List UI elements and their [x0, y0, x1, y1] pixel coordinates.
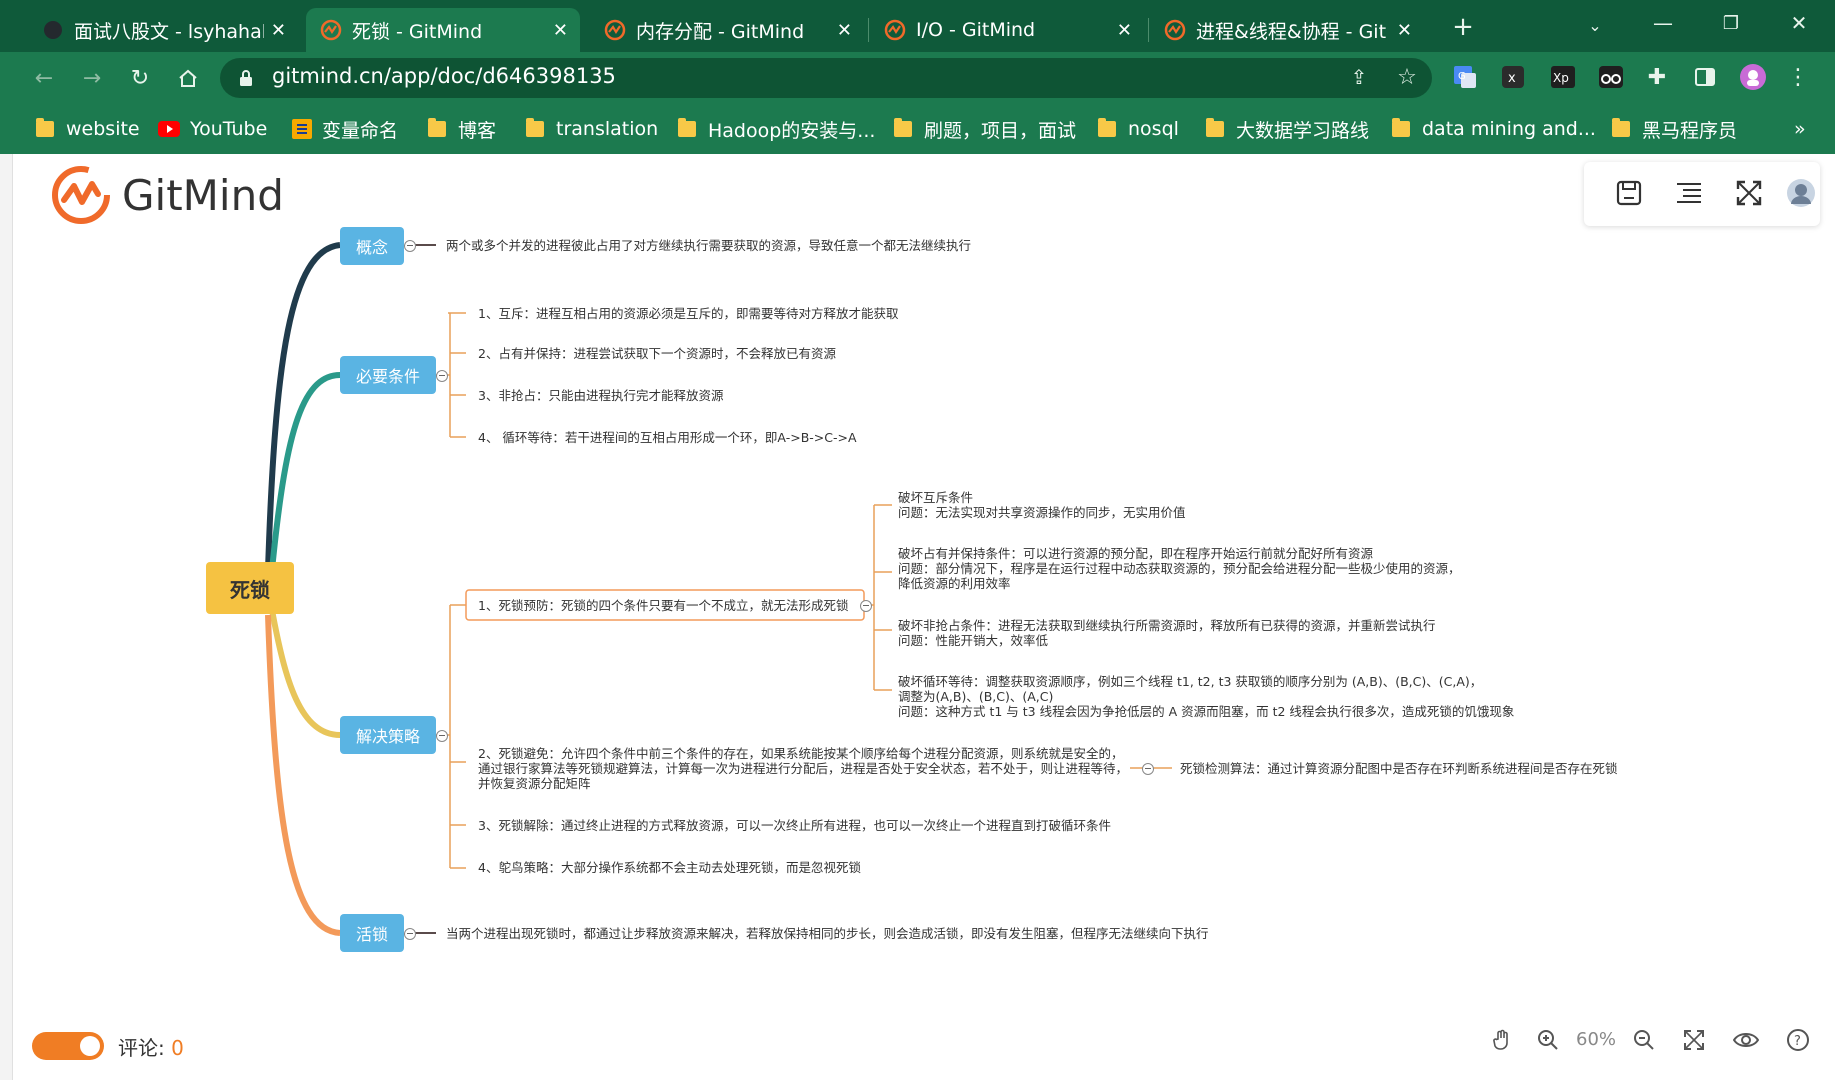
toggle-knob [80, 1036, 100, 1056]
ostrich-node[interactable]: 4、鸵鸟策略：大部分操作系统都不会主动去处理死锁，而是忽视死锁 [478, 860, 861, 875]
hand-icon[interactable] [1488, 1026, 1516, 1054]
collapse-toggle-icon[interactable] [860, 600, 872, 612]
comment-label: 评论: 0 [118, 1032, 184, 1061]
mindmap-connectors [265, 242, 1172, 936]
help-icon[interactable]: ? [1784, 1026, 1812, 1054]
detail-line: 降低资源的利用效率 [898, 576, 1011, 591]
topic-conditions[interactable]: 必要条件 [340, 356, 436, 394]
avoidance-line: 通过银行家算法等死锁规避算法，计算每一次为进程进行分配后，进程是否处于安全状态，… [478, 761, 1129, 776]
zoom-out-icon[interactable] [1630, 1026, 1658, 1054]
condition-item[interactable]: 3、非抢占：只能由进程执行完才能释放资源 [478, 388, 723, 403]
fit-screen-icon[interactable] [1680, 1026, 1708, 1054]
detail-line: 问题：性能开销大，效率低 [898, 633, 1049, 648]
topic-livelock[interactable]: 活锁 [340, 914, 404, 952]
concept-text[interactable]: 两个或多个并发的进程彼此占用了对方继续执行需要获取的资源，导致任意一个都无法继续… [446, 238, 971, 253]
avoidance-line: 2、死锁避免：允许四个条件中前三个条件的存在，如果系统能按某个顺序给每个进程分配… [478, 746, 1124, 761]
detail-line: 调整为(A,B)、(B,C)、(A,C) [898, 689, 1054, 704]
prevention-node[interactable]: 1、死锁预防：死锁的四个条件只要有一个不成立，就无法形成死锁 [478, 598, 848, 613]
avoidance-node[interactable]: 2、死锁避免：允许四个条件中前三个条件的存在，如果系统能按某个顺序给每个进程分配… [478, 746, 1128, 791]
topic-concept[interactable]: 概念 [340, 227, 404, 265]
detail-line: 问题：这种方式 t1 与 t3 线程会因为争抢低层的 A 资源而阻塞，而 t2 … [898, 704, 1515, 719]
collapse-toggle-icon[interactable] [436, 730, 448, 742]
prevention-detail[interactable]: 破坏循环等待：调整获取资源顺序，例如三个线程 t1, t2, t3 获取锁的顺序… [898, 674, 1514, 719]
collapse-toggle-icon[interactable] [404, 928, 416, 940]
collapse-toggle-icon[interactable] [436, 370, 448, 382]
prevention-detail[interactable]: 破坏占有并保持条件：可以进行资源的预分配，即在程序开始运行前就分配好所有资源 问… [898, 546, 1461, 591]
condition-item[interactable]: 4、 循环等待：若干进程间的互相占用形成一个环，即A->B->C->A [478, 430, 857, 445]
livelock-text[interactable]: 当两个进程出现死锁时，都通过让步释放资源来解决，若释放保持相同的步长，则会造成活… [446, 926, 1209, 941]
topic-strategies[interactable]: 解决策略 [340, 716, 436, 754]
detail-line: 破坏占有并保持条件：可以进行资源的预分配，即在程序开始运行前就分配好所有资源 [898, 546, 1374, 561]
comment-count: 0 [171, 1036, 184, 1060]
svg-text:?: ? [1794, 1034, 1801, 1049]
root-topic[interactable]: 死锁 [206, 562, 294, 614]
eye-icon[interactable] [1732, 1026, 1760, 1054]
detection-node[interactable]: 死锁检测算法：通过计算资源分配图中是否存在环判断系统进程间是否存在死锁 [1180, 761, 1618, 776]
comment-toggle[interactable] [32, 1032, 104, 1060]
avoidance-line: 并恢复资源分配矩阵 [478, 776, 591, 791]
collapse-toggle-icon[interactable] [1142, 763, 1154, 775]
detail-line: 破坏互斥条件 [898, 490, 974, 505]
condition-item[interactable]: 1、互斥：进程互相占用的资源必须是互斥的，即需要等待对方释放才能获取 [478, 306, 898, 321]
collapse-toggle-icon[interactable] [404, 240, 416, 252]
zoom-in-icon[interactable] [1534, 1026, 1562, 1054]
prevention-detail[interactable]: 破坏非抢占条件：进程无法获取到继续执行所需资源时，释放所有已获得的资源，并重新尝… [898, 618, 1436, 648]
comment-label-text: 评论: [118, 1036, 172, 1060]
zoom-level: 60% [1576, 1029, 1617, 1050]
detail-line: 破坏非抢占条件：进程无法获取到继续执行所需资源时，释放所有已获得的资源，并重新尝… [898, 618, 1436, 633]
detail-line: 破坏循环等待：调整获取资源顺序，例如三个线程 t1, t2, t3 获取锁的顺序… [898, 674, 1483, 689]
recovery-node[interactable]: 3、死锁解除：通过终止进程的方式释放资源，可以一次终止所有进程，也可以一次终止一… [478, 818, 1111, 833]
detail-line: 问题：无法实现对共享资源操作的同步，无实用价值 [898, 505, 1186, 520]
detail-line: 问题：部分情况下，程序是在运行过程中动态获取资源的，预分配会给进程分配一些极少使… [898, 561, 1461, 576]
condition-item[interactable]: 2、占有并保持：进程尝试获取下一个资源时，不会释放已有资源 [478, 346, 836, 361]
prevention-detail[interactable]: 破坏互斥条件 问题：无法实现对共享资源操作的同步，无实用价值 [898, 490, 1186, 520]
